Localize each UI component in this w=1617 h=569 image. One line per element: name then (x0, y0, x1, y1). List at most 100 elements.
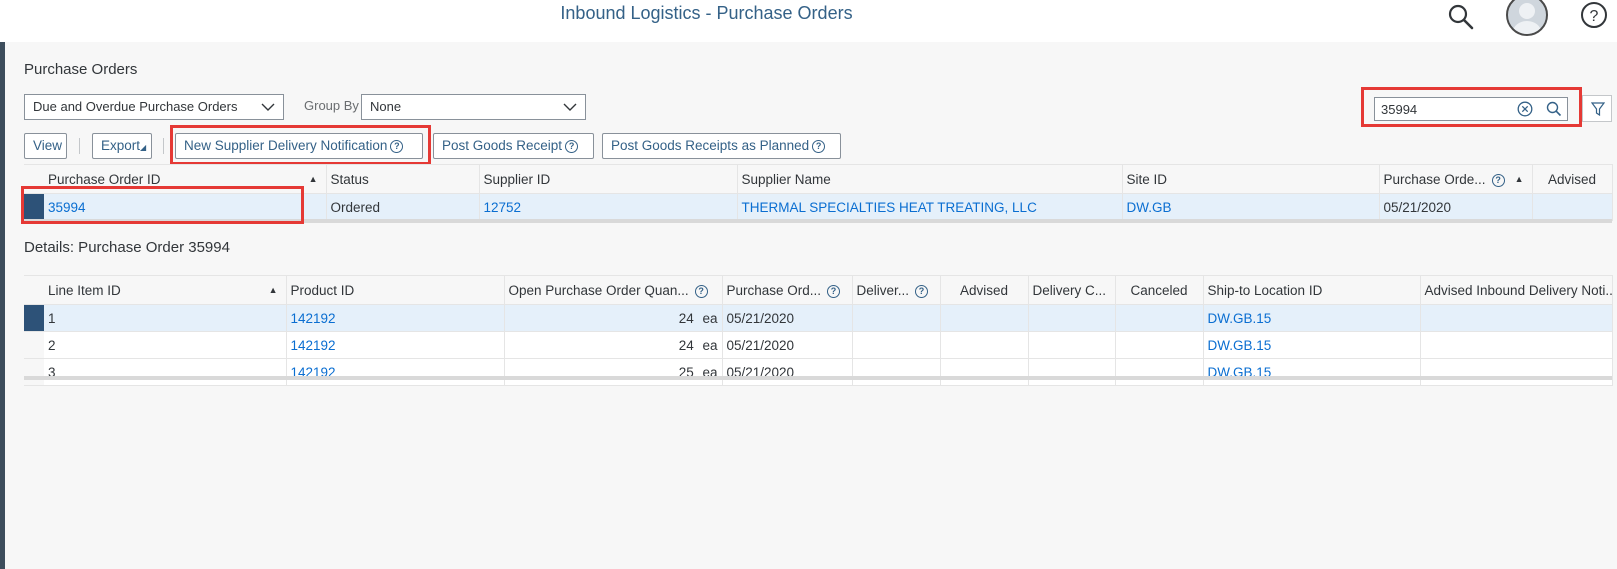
qty-unit: ea (702, 337, 718, 353)
supplier-id-link[interactable]: 12752 (484, 200, 522, 215)
select-all-cell[interactable] (24, 275, 44, 305)
filter-button[interactable] (1582, 95, 1612, 122)
group-by-value: None (370, 99, 402, 114)
po-search-field[interactable] (1374, 97, 1568, 121)
search-input[interactable] (1379, 100, 1509, 118)
post-goods-receipts-as-planned-button[interactable]: Post Goods Receipts as Planned? (602, 133, 841, 159)
supplier-name-link[interactable]: THERMAL SPECIALTIES HEAT TREATING, LLC (742, 200, 1037, 215)
column-header[interactable]: Advised (1532, 164, 1613, 194)
table-row[interactable]: 35994 Ordered 12752 THERMAL SPECIALTIES … (24, 193, 1613, 221)
table-row[interactable]: 1 142192 24 ea 05/21/2020 DW.GB.15 (24, 304, 1613, 332)
toolbar-separator (163, 138, 164, 154)
supplier-name-cell[interactable]: THERMAL SPECIALTIES HEAT TREATING, LLC (737, 193, 1123, 221)
row-selector[interactable] (24, 358, 44, 386)
table-row[interactable]: 2 142192 24 ea 05/21/2020 DW.GB.15 (24, 331, 1613, 359)
search-icon[interactable] (1447, 3, 1475, 31)
column-header[interactable]: Product ID (286, 275, 505, 305)
po-date-cell: 05/21/2020 (722, 358, 853, 386)
row-selector[interactable] (24, 193, 44, 221)
advised-cell (940, 358, 1029, 386)
app-title: Inbound Logistics - Purchase Orders (560, 3, 853, 23)
table-row[interactable]: 3 142192 25 ea 05/21/2020 DW.GB.15 (24, 358, 1613, 386)
column-header-label: Line Item ID (48, 282, 121, 298)
column-header[interactable]: Supplier Name (737, 164, 1123, 194)
delivery-completed-cell (1028, 358, 1116, 386)
column-header[interactable]: Line Item ID ▲ (44, 275, 287, 305)
view-button[interactable]: View (24, 133, 67, 159)
canceled-cell (1115, 358, 1204, 386)
product-id-cell[interactable]: 142192 (286, 358, 505, 386)
site-id-link[interactable]: DW.GB (1127, 200, 1172, 215)
column-header[interactable]: Canceled (1115, 275, 1204, 305)
qty-value: 24 (678, 310, 694, 326)
column-header-label: Delivery C... (1032, 282, 1107, 298)
help-icon: ? (915, 284, 929, 298)
ship-to-cell[interactable]: DW.GB.15 (1203, 331, 1421, 359)
po-id-link[interactable]: 35994 (48, 200, 86, 215)
product-id-cell[interactable]: 142192 (286, 331, 505, 359)
supplier-id-cell[interactable]: 12752 (479, 193, 738, 221)
column-header-label: Advised (959, 282, 1009, 298)
svg-text:?: ? (1590, 8, 1599, 25)
row-selector[interactable] (24, 304, 44, 332)
sort-ascending-icon: ▲ (1514, 174, 1524, 184)
select-all-cell[interactable] (24, 164, 44, 194)
table-header-row: Purchase Order ID ▲ Status Supplier ID Su… (24, 164, 1613, 194)
po-date-cell: 05/21/2020 (722, 331, 853, 359)
column-header[interactable]: Ship-to Location ID (1203, 275, 1421, 305)
column-header[interactable]: Supplier ID (479, 164, 738, 194)
view-select-value: Due and Overdue Purchase Orders (33, 99, 238, 114)
filter-icon (1591, 102, 1605, 116)
avatar[interactable] (1506, 0, 1548, 36)
column-header-label: Status (330, 171, 369, 187)
group-by-select[interactable]: None (361, 94, 586, 120)
row-selector[interactable] (24, 331, 44, 359)
open-qty-cell: 25 ea (504, 358, 723, 386)
ship-to-cell[interactable]: DW.GB.15 (1203, 358, 1421, 386)
table-header-row: Line Item ID ▲ Product ID Open Purchase O… (24, 275, 1613, 305)
qty-value: 24 (678, 337, 694, 353)
help-icon[interactable]: ? (1580, 1, 1608, 29)
column-header[interactable]: Purchase Orde...? ▲ (1379, 164, 1533, 194)
view-select[interactable]: Due and Overdue Purchase Orders (24, 94, 284, 120)
column-header[interactable]: Purchase Order ID ▲ (44, 164, 327, 194)
site-id-cell[interactable]: DW.GB (1122, 193, 1380, 221)
column-header-label: Open Purchase Order Quan... (508, 282, 689, 298)
column-header[interactable]: Site ID (1122, 164, 1380, 194)
product-id-link[interactable]: 142192 (291, 338, 336, 353)
chevron-down-icon (563, 103, 577, 111)
canceled-cell (1115, 331, 1204, 359)
table-scroll-edge (24, 376, 1612, 380)
open-qty-cell: 24 ea (504, 331, 723, 359)
po-id-cell[interactable]: 35994 (44, 193, 327, 221)
table-scroll-edge (24, 219, 1612, 223)
column-header[interactable]: Delivery C... (1028, 275, 1116, 305)
post-gr-planned-label: Post Goods Receipts as Planned (611, 138, 810, 153)
column-header-label: Supplier Name (741, 171, 831, 187)
column-header-label: Canceled (1130, 282, 1188, 298)
advised-idn-cell (1420, 304, 1613, 332)
ship-to-link[interactable]: DW.GB.15 (1208, 311, 1272, 326)
ship-to-cell[interactable]: DW.GB.15 (1203, 304, 1421, 332)
page-title: Purchase Orders (24, 61, 138, 78)
po-date-cell: 05/21/2020 (1379, 193, 1533, 221)
column-header[interactable]: Advised Inbound Delivery Noti... (1420, 275, 1613, 305)
help-icon: ? (827, 284, 841, 298)
clear-icon[interactable] (1517, 101, 1533, 117)
column-header[interactable]: Advised (940, 275, 1029, 305)
post-goods-receipt-button[interactable]: Post Goods Receipt? (433, 133, 594, 159)
product-id-cell[interactable]: 142192 (286, 304, 505, 332)
delivery-cell (852, 331, 941, 359)
product-id-link[interactable]: 142192 (291, 311, 336, 326)
new-supplier-delivery-notification-button[interactable]: New Supplier Delivery Notification? (175, 133, 423, 159)
column-header[interactable]: Open Purchase Order Quan...? (504, 275, 723, 305)
search-icon[interactable] (1546, 101, 1562, 117)
ship-to-link[interactable]: DW.GB.15 (1208, 338, 1272, 353)
column-header[interactable]: Purchase Ord...? (722, 275, 853, 305)
line-item-cell: 2 (44, 331, 287, 359)
export-button[interactable]: Export◢ (92, 133, 152, 159)
column-header-label: Site ID (1126, 171, 1168, 187)
column-header[interactable]: Deliver...? (852, 275, 941, 305)
column-header[interactable]: Status (326, 164, 480, 194)
line-item-cell: 3 (44, 358, 287, 386)
